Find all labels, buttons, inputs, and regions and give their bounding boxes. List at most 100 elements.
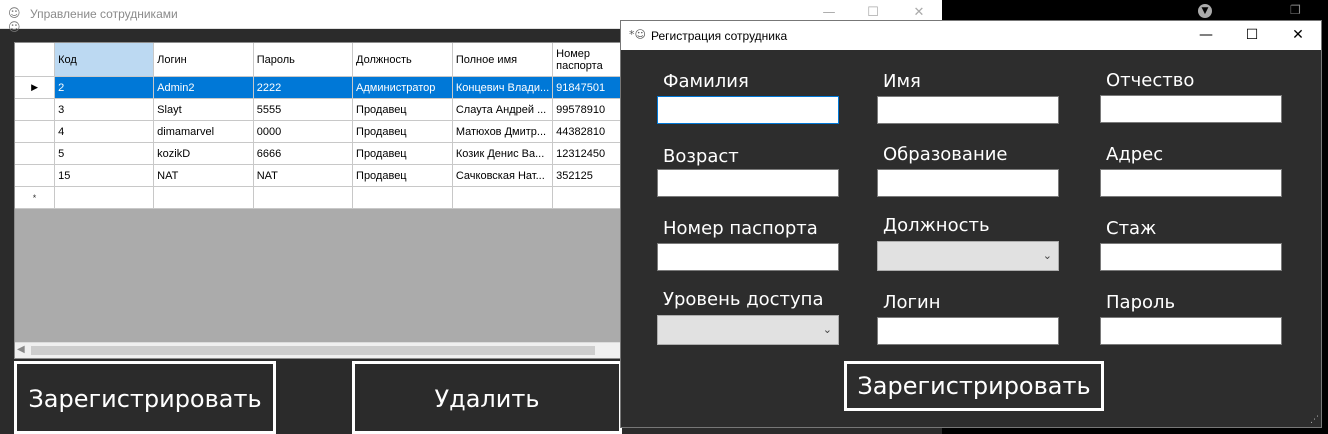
education-label: Образование (883, 144, 1008, 165)
table-cell[interactable]: 99578910 (552, 98, 623, 121)
position-select[interactable]: ⌄ (877, 241, 1059, 271)
row-header-corner (15, 43, 56, 77)
dialog-title: Регистрация сотрудника (651, 29, 788, 43)
login-label: Логин (883, 292, 941, 313)
table-cell[interactable]: 5555 (253, 98, 354, 121)
table-cell[interactable] (54, 186, 155, 209)
table-cell[interactable]: Матюхов Дмитр... (452, 120, 554, 143)
table-cell[interactable]: Продавец (352, 142, 453, 165)
employees-grid[interactable]: Код Логин Пароль Должность Полное имя Но… (14, 42, 624, 359)
age-field[interactable] (657, 169, 839, 197)
table-cell[interactable]: 2 (54, 76, 155, 99)
column-header[interactable]: Номер паспорта (552, 43, 623, 77)
table-row[interactable]: ▶ 2 Admin2 2222 Администратор Концевич В… (15, 76, 623, 99)
new-row[interactable]: * (15, 186, 623, 209)
position-label: Должность (883, 215, 990, 236)
dialog-register-button[interactable]: Зарегистрировать (844, 361, 1104, 411)
dialog-titlebar: *☺ Регистрация сотрудника — ☐ ✕ (621, 21, 1321, 50)
table-cell[interactable]: 0000 (253, 120, 354, 143)
table-cell[interactable] (552, 186, 623, 209)
table-cell[interactable]: kozikD (153, 142, 254, 165)
login-field[interactable] (877, 317, 1059, 345)
column-header[interactable]: Код (54, 43, 155, 77)
address-field[interactable] (1100, 169, 1282, 197)
column-header[interactable]: Должность (352, 43, 453, 77)
passport-label: Номер паспорта (663, 218, 818, 239)
table-cell[interactable]: 2222 (253, 76, 354, 99)
horizontal-scrollbar[interactable]: ◀ (15, 342, 623, 358)
register-button[interactable]: Зарегистрировать (14, 361, 276, 434)
access-level-label: Уровень доступа (663, 289, 824, 310)
employees-table: Код Логин Пароль Должность Полное имя Но… (15, 43, 623, 209)
experience-field[interactable] (1100, 243, 1282, 271)
table-cell[interactable]: 4 (54, 120, 155, 143)
table-cell[interactable]: 91847501 (552, 76, 623, 99)
patronymic-field[interactable] (1100, 95, 1282, 123)
row-indicator[interactable]: ▶ (15, 76, 56, 99)
table-cell[interactable]: Продавец (352, 120, 453, 143)
table-row[interactable]: 4 dimamarvel 0000 Продавец Матюхов Дмитр… (15, 120, 623, 143)
desktop-restore-icon[interactable]: ❐ (1290, 3, 1301, 17)
table-cell[interactable]: dimamarvel (153, 120, 254, 143)
address-label: Адрес (1106, 144, 1164, 165)
table-cell[interactable]: Slayt (153, 98, 254, 121)
resize-grip-icon[interactable]: ⋰ (1310, 415, 1319, 425)
dialog-close-button[interactable]: ✕ (1275, 21, 1321, 50)
table-cell[interactable]: Концевич Влади... (452, 76, 554, 99)
table-cell[interactable]: 5 (54, 142, 155, 165)
dialog-minimize-button[interactable]: — (1183, 21, 1229, 50)
table-cell[interactable]: Продавец (352, 98, 453, 121)
password-field[interactable] (1100, 317, 1282, 345)
table-row[interactable]: 3 Slayt 5555 Продавец Слаута Андрей ... … (15, 98, 623, 121)
table-cell[interactable]: Admin2 (153, 76, 254, 99)
chevron-down-circle-icon[interactable]: ▼ (1198, 4, 1212, 18)
table-cell[interactable]: 15 (54, 164, 155, 187)
table-cell[interactable] (253, 186, 354, 209)
column-header[interactable]: Полное имя (452, 43, 554, 77)
chevron-down-icon: ⌄ (822, 323, 832, 336)
table-cell[interactable]: 44382810 (552, 120, 623, 143)
table-cell[interactable]: Администратор (352, 76, 453, 99)
registration-dialog: *☺ Регистрация сотрудника — ☐ ✕ Фамилия … (620, 20, 1322, 428)
row-header[interactable] (15, 120, 56, 143)
table-cell[interactable]: Слаута Андрей ... (452, 98, 554, 121)
main-window-title: Управление сотрудниками (30, 7, 178, 21)
last-name-field[interactable] (657, 96, 839, 124)
table-cell[interactable] (352, 186, 453, 209)
delete-button[interactable]: Удалить (352, 361, 622, 434)
password-label: Пароль (1106, 292, 1176, 313)
row-header[interactable] (15, 98, 56, 121)
table-cell[interactable]: NAT (153, 164, 254, 187)
passport-field[interactable] (657, 243, 839, 271)
table-cell[interactable]: Продавец (352, 164, 453, 187)
education-field[interactable] (877, 169, 1059, 197)
table-cell[interactable]: 352125 (552, 164, 623, 187)
column-header[interactable]: Пароль (253, 43, 354, 77)
table-cell[interactable]: Сачковская Нат... (452, 164, 554, 187)
table-cell[interactable] (452, 186, 554, 209)
access-level-select[interactable]: ⌄ (657, 315, 839, 345)
table-cell[interactable] (153, 186, 254, 209)
column-header[interactable]: Логин (153, 43, 254, 77)
new-row-marker[interactable]: * (15, 186, 56, 209)
table-cell[interactable]: 6666 (253, 142, 354, 165)
table-row[interactable]: 5 kozikD 6666 Продавец Козик Денис Ва...… (15, 142, 623, 165)
table-row[interactable]: 15 NAT NAT Продавец Сачковская Нат... 35… (15, 164, 623, 187)
table-cell[interactable]: 12312450 (552, 142, 623, 165)
first-name-field[interactable] (877, 96, 1059, 124)
age-label: Возраст (663, 146, 739, 167)
row-header[interactable] (15, 142, 56, 165)
row-header[interactable] (15, 164, 56, 187)
users-icon: ☺☺ (8, 6, 21, 34)
experience-label: Стаж (1106, 218, 1157, 239)
chevron-down-icon: ⌄ (1042, 249, 1052, 262)
scrollbar-thumb[interactable] (31, 346, 595, 355)
scroll-left-icon[interactable]: ◀ (17, 344, 25, 355)
desktop-strip: ▼ (1190, 4, 1230, 20)
table-cell[interactable]: 3 (54, 98, 155, 121)
patronymic-label: Отчество (1106, 70, 1195, 91)
table-cell[interactable]: NAT (253, 164, 354, 187)
last-name-label: Фамилия (663, 71, 749, 92)
table-cell[interactable]: Козик Денис Ва... (452, 142, 554, 165)
dialog-maximize-button[interactable]: ☐ (1229, 21, 1275, 50)
